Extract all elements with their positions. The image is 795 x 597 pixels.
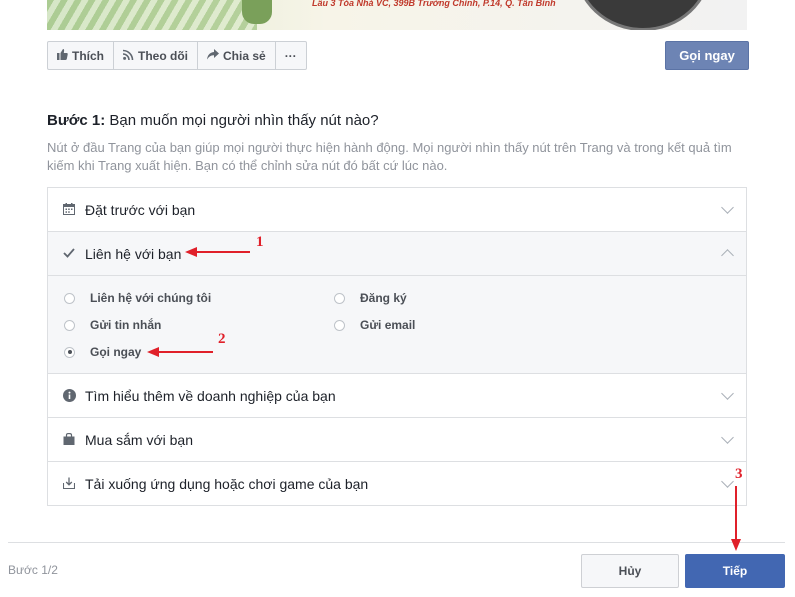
accordion-item-learn-more[interactable]: Tìm hiểu thêm về doanh nghiệp của bạn (48, 374, 746, 418)
next-button[interactable]: Tiếp (685, 554, 785, 588)
calendar-icon (62, 202, 76, 216)
chevron-down-icon (721, 431, 734, 444)
call-now-button[interactable]: Gọi ngay (665, 41, 749, 70)
accordion-item-contact[interactable]: Liên hệ với bạn (48, 232, 746, 276)
button-type-accordion: Đặt trước với bạn Liên hệ với bạn Liên h… (47, 187, 747, 506)
accordion-item-download-app[interactable]: Tải xuống ứng dụng hoặc chơi game của bạ… (48, 462, 746, 505)
chevron-down-icon (721, 475, 734, 488)
thumbs-up-icon (57, 48, 68, 63)
annotation-number-2: 2 (218, 331, 226, 347)
annotation-number-3: 3 (735, 466, 743, 482)
chevron-down-icon (721, 201, 734, 214)
rss-icon (122, 49, 134, 63)
option-label: Liên hệ với chúng tôi (90, 291, 212, 305)
accordion-item-label: Tải xuống ứng dụng hoặc chơi game của bạ… (85, 475, 369, 492)
option-send-message[interactable]: Gửi tin nhắn (64, 318, 161, 332)
option-call-now[interactable]: Gọi ngay (64, 345, 141, 359)
like-label: Thích (72, 48, 104, 63)
share-label: Chia sẻ (223, 48, 266, 63)
accordion-item-label: Liên hệ với bạn (85, 245, 182, 262)
follow-button[interactable]: Theo dõi (114, 42, 198, 69)
page-action-bar: Thích Theo dõi Chia sẻ ··· (47, 41, 307, 70)
step-title: Bước 1: Bạn muốn mọi người nhìn thấy nút… (47, 112, 379, 129)
step-description: Nút ở đầu Trang của bạn giúp mọi người t… (47, 140, 732, 173)
chevron-up-icon (721, 249, 734, 262)
download-icon (62, 476, 76, 490)
accordion-item-shop[interactable]: Mua sắm với bạn (48, 418, 746, 462)
radio-button-selected[interactable] (64, 346, 75, 358)
share-button[interactable]: Chia sẻ (198, 42, 276, 69)
cover-mascot-image (242, 0, 272, 24)
step-title-prefix: Bước 1: (47, 112, 106, 129)
radio-button[interactable] (64, 292, 75, 304)
more-icon: ··· (284, 48, 297, 63)
info-icon (62, 388, 76, 402)
option-label: Gửi email (360, 318, 416, 332)
radio-button[interactable] (64, 319, 75, 331)
shopping-bag-icon (62, 432, 76, 446)
accordion-item-label: Tìm hiểu thêm về doanh nghiệp của bạn (85, 387, 336, 404)
option-label: Đăng ký (360, 291, 407, 305)
accordion-item-label: Đặt trước với bạn (85, 201, 196, 218)
share-arrow-icon (207, 48, 219, 63)
like-button[interactable]: Thích (48, 42, 114, 69)
option-sign-up[interactable]: Đăng ký (334, 291, 407, 305)
cancel-button[interactable]: Hủy (581, 554, 679, 588)
cover-address-text: Lầu 3 Tòa Nhà VC, 399B Trường Chinh, P.1… (312, 0, 556, 8)
accordion-item-booking[interactable]: Đặt trước với bạn (48, 188, 746, 232)
cover-decoration (47, 0, 257, 30)
option-label: Gọi ngay (90, 345, 142, 359)
radio-button[interactable] (334, 319, 345, 331)
more-button[interactable]: ··· (276, 42, 306, 69)
option-send-email[interactable]: Gửi email (334, 318, 415, 332)
step-title-text: Bạn muốn mọi người nhìn thấy nút nào? (105, 112, 379, 129)
step-progress-text: Bước 1/2 (8, 563, 58, 577)
cover-photo: Lầu 3 Tòa Nhà VC, 399B Trường Chinh, P.1… (47, 0, 747, 30)
follow-label: Theo dõi (138, 48, 188, 63)
accordion-item-label: Mua sắm với bạn (85, 431, 194, 448)
footer-divider (8, 542, 785, 543)
radio-button[interactable] (334, 292, 345, 304)
option-contact-us[interactable]: Liên hệ với chúng tôi (64, 291, 211, 305)
contact-options-panel: Liên hệ với chúng tôi Đăng ký Gửi tin nh… (48, 276, 746, 374)
chevron-down-icon (721, 387, 734, 400)
checkmark-icon (62, 246, 76, 260)
annotation-number-1: 1 (256, 234, 264, 250)
option-label: Gửi tin nhắn (90, 318, 162, 332)
